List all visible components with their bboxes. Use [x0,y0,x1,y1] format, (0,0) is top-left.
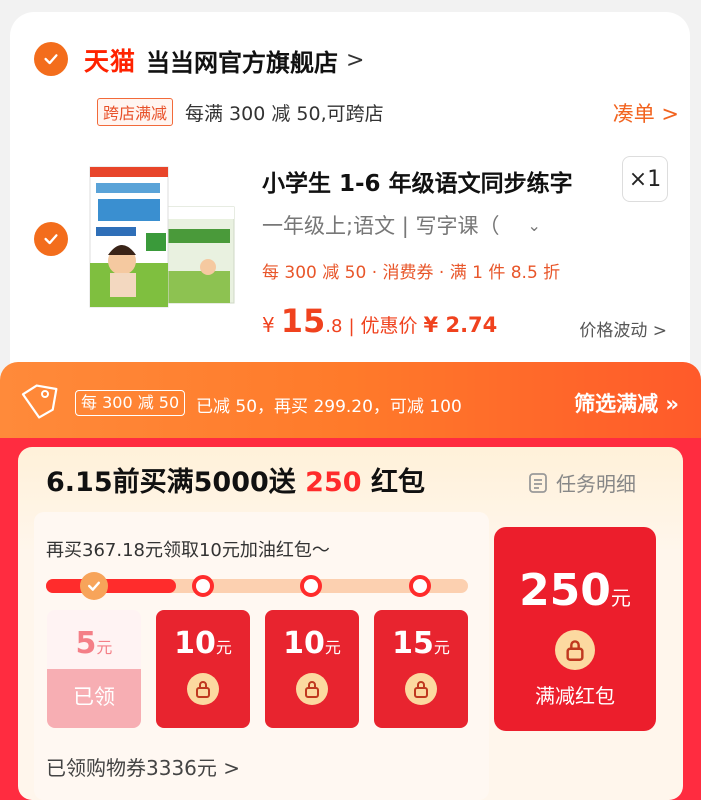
reward-tile-claimed[interactable]: 5元 已领 [47,610,141,728]
promo-text: 每满 300 减 50,可跨店 [185,102,384,125]
lock-icon [296,673,328,705]
lock-icon [187,673,219,705]
task-detail-label: 任务明细 [556,472,636,496]
reward-amount: 10元 [283,626,341,661]
discount-info: 每 300 减 50 · 消费券 · 满 1 件 8.5 折 [262,263,561,283]
price-row: ¥ 15 .8 | 优惠价 ¥ 2.74 [262,302,497,340]
grand-reward-amount: 250元 [519,565,631,616]
reward-tile-locked[interactable]: 10元 [265,610,359,728]
filter-discount-button[interactable]: 筛选满减 » [574,388,679,418]
discount-price: ¥ 2.74 [423,313,498,337]
promo-bar-tag: 每 300 减 50 [75,390,186,416]
product-thumbnail[interactable] [88,163,240,313]
price-decimal: .8 [325,316,343,337]
price-fluctuation-link[interactable]: 价格波动 > [579,316,667,341]
milestone-node [192,575,214,597]
task-title-amount: 250 [305,467,362,498]
lock-icon [405,673,437,705]
reward-status: 已领 [73,685,115,709]
list-icon [529,472,547,493]
chevron-right-icon: > [346,47,365,73]
grand-reward-tile[interactable]: 250元 满减红包 [494,527,656,731]
store-check-icon[interactable] [34,42,68,76]
reward-tile-locked[interactable]: 10元 [156,610,250,728]
discount-label: 优惠价 [360,315,418,337]
cross-store-promo: 跨店满减 每满 300 减 50,可跨店 [97,98,384,126]
reward-amount: 5元 [75,626,113,661]
milestone-done-check-icon [80,572,108,600]
chevron-down-icon: ⌄ [527,215,541,235]
promo-tag: 跨店满减 [97,98,174,126]
reward-amount: 15元 [392,626,450,661]
product-spec[interactable]: 一年级上;语文 | 写字课（ ⌄ [262,210,541,240]
progress-fill [46,579,176,593]
item-check-icon[interactable] [34,222,68,256]
milestone-node [409,575,431,597]
tmall-logo: 天猫 [84,47,137,76]
promo-bar-text: 已减 50，再买 299.20，可减 100 [196,397,462,417]
task-title-suffix: 红包 [361,467,425,498]
reward-tile-locked[interactable]: 15元 [374,610,468,728]
quantity-button[interactable]: ×1 [622,156,668,202]
task-title-prefix: 6.15前买满5000送 [46,467,306,498]
reward-amount: 10元 [174,626,232,661]
progress-message: 再买367.18元领取10元加油红包～ [46,540,330,561]
spec-text: 一年级上;语文 | 写字课（ [262,214,500,238]
add-items-link[interactable]: 凑单 > [613,98,679,128]
milestone-node [300,575,322,597]
product-title[interactable]: 小学生 1-6 年级语文同步练字 [262,164,573,198]
store-name[interactable]: 当当网官方旗舰店 [146,43,338,78]
price-integer: 15 [280,302,326,340]
price-symbol: ¥ [262,313,275,337]
claimed-coupons-link[interactable]: 已领购物券3336元 > [46,752,240,781]
task-title: 6.15前买满5000送 250 红包 [46,460,425,499]
tag-icon [21,384,58,419]
grand-reward-label: 满减红包 [535,684,615,708]
store-header[interactable]: 天猫 当当网官方旗舰店 > [84,40,364,80]
price-separator: | [348,316,355,337]
lock-icon [555,630,595,670]
task-detail-link[interactable]: 任务明细 [528,468,636,497]
